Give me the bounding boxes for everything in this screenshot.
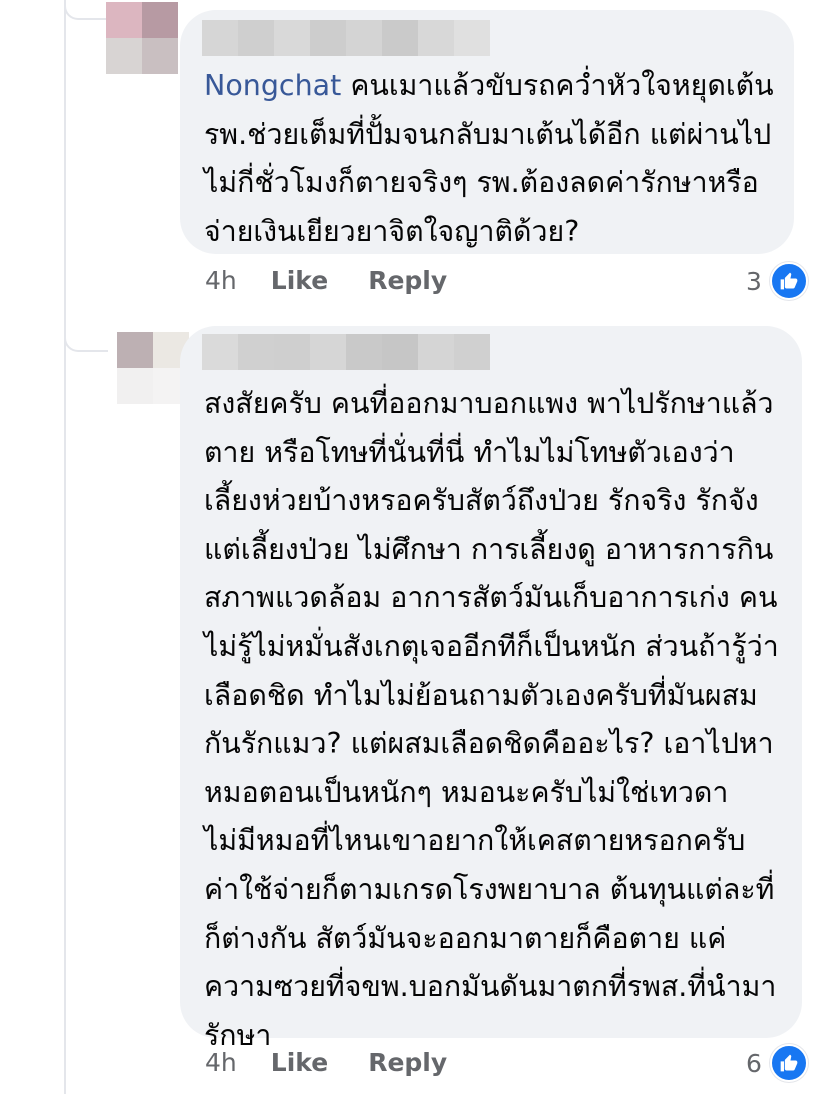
comment-actions: 4h Like Reply xyxy=(205,1048,487,1077)
thumbs-up-icon xyxy=(769,1044,808,1082)
comment-text-line: คนเมาแล้วขับรถคว่ำหัวใจหยุดเต้น xyxy=(341,69,774,102)
thumbs-up-icon xyxy=(769,262,808,300)
reply-button[interactable]: Reply xyxy=(368,266,447,295)
timestamp[interactable]: 4h xyxy=(205,1048,237,1077)
comment-bubble: Nongchat คนเมาแล้วขับรถคว่ำหัวใจหยุดเต้น… xyxy=(180,10,794,254)
avatar[interactable] xyxy=(106,2,178,74)
comment-actions: 4h Like Reply xyxy=(205,266,487,295)
reply-button[interactable]: Reply xyxy=(368,1048,447,1077)
comment-text: Nongchat คนเมาแล้วขับรถคว่ำหัวใจหยุดเต้น… xyxy=(204,62,794,256)
reaction-count: 3 xyxy=(746,266,762,296)
timestamp[interactable]: 4h xyxy=(205,266,237,295)
like-button[interactable]: Like xyxy=(271,1048,328,1077)
thread-connector xyxy=(64,0,108,20)
author-name-redacted[interactable] xyxy=(202,334,490,370)
reaction-summary[interactable]: 6 xyxy=(746,1044,808,1082)
reaction-count: 6 xyxy=(746,1048,762,1078)
comment-text-rest: รพ.ช่วยเต็มที่ปั้มจนกลับมาเต้นได้อีก แต่… xyxy=(204,117,772,248)
author-name-redacted[interactable] xyxy=(202,20,490,56)
thread-connector xyxy=(64,332,108,352)
like-button[interactable]: Like xyxy=(271,266,328,295)
reaction-summary[interactable]: 3 xyxy=(746,262,808,300)
comment-bubble: สงสัยครับ คนที่ออกมาบอกแพง พาไปรักษาแล้ว… xyxy=(180,326,802,1052)
thread-line xyxy=(64,0,66,1094)
comment-text: สงสัยครับ คนที่ออกมาบอกแพง พาไปรักษาแล้ว… xyxy=(204,387,779,1052)
mention-link[interactable]: Nongchat xyxy=(204,69,341,102)
avatar[interactable] xyxy=(117,332,189,404)
